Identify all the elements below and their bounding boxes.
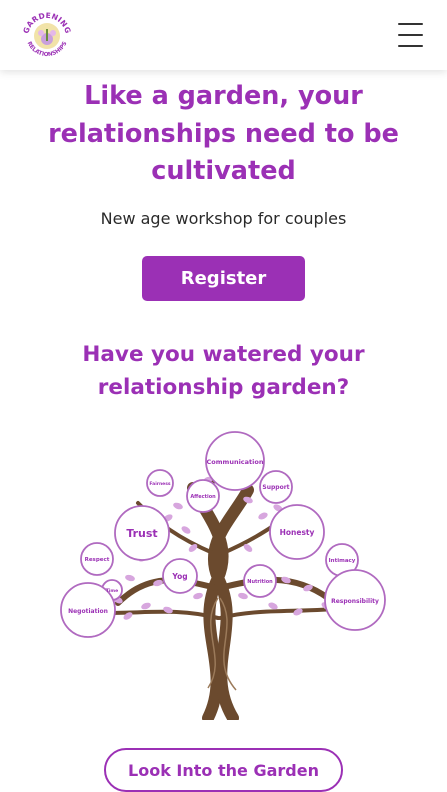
tree-label-fairness: Fairness [149,481,171,487]
tree-label-negotiation: Negotiation [68,608,108,615]
tree-label-support: Support [262,484,289,491]
menu-toggle-button[interactable] [392,20,428,50]
site-header: GARDENING RELATIONSHIPS [0,0,447,70]
relationship-tree-illustration: Communication Fairness Affection Support… [60,431,386,720]
tree-label-yog: Yog [171,572,187,581]
look-into-garden-button[interactable]: Look Into the Garden [104,748,343,792]
garden-section-title: Have you watered your relationship garde… [82,342,365,400]
gardening-relationships-logo[interactable]: GARDENING RELATIONSHIPS [20,9,74,63]
register-button[interactable]: Register [142,256,305,301]
tree-label-communication: Communication [207,458,264,466]
tree-label-intimacy: Intimacy [329,558,356,564]
tree-label-responsibility: Responsibility [331,598,379,605]
look-into-garden-label: Look Into the Garden [128,760,319,780]
tree-label-nutrition: Nutrition [247,579,273,585]
tree-label-trust: Trust [126,527,157,540]
tree-label-honesty: Honesty [280,528,315,537]
tree-label-time: Time [106,588,118,594]
hero-title: Like a garden, your relationships need t… [48,81,399,186]
tree-label-respect: Respect [85,557,110,563]
tree-label-affection: Affection [190,494,216,500]
hamburger-icon [397,23,423,25]
hero-subtitle: New age workshop for couples [100,209,347,228]
